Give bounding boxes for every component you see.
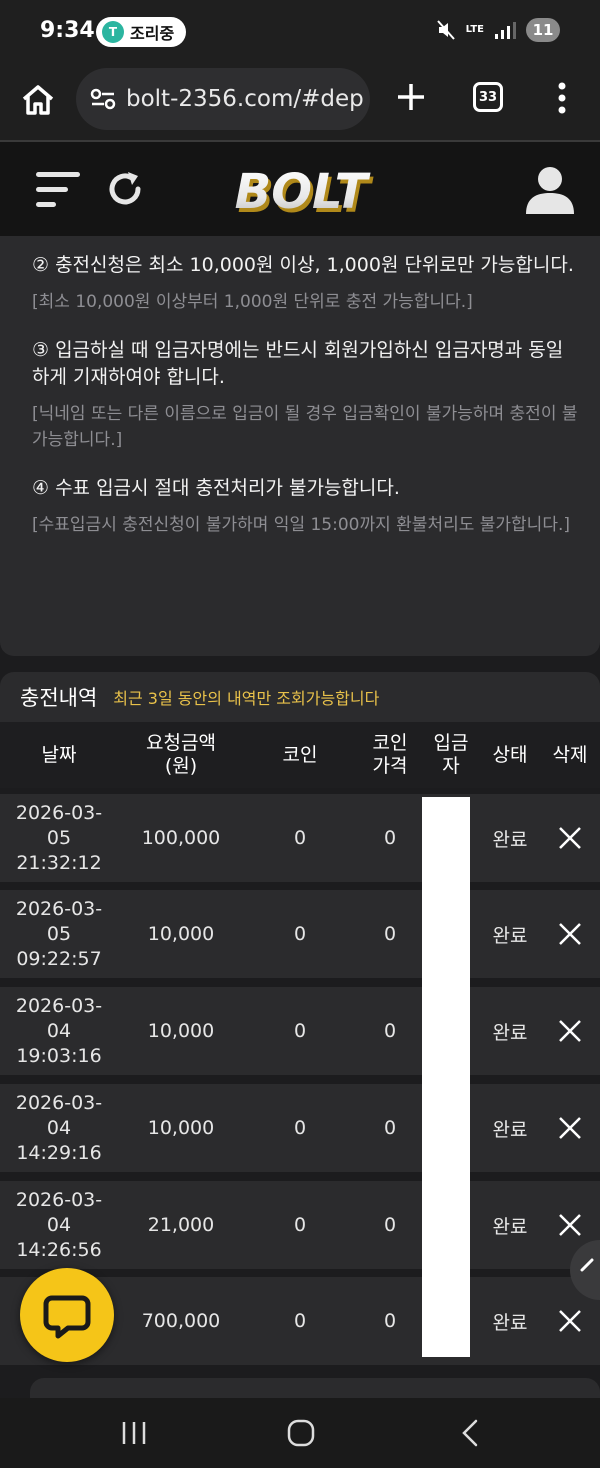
delete-button[interactable] — [548, 987, 592, 1075]
network-type: LTE — [465, 24, 484, 35]
history-subtitle: 최근 3일 동안의 내역만 조회가능합니다 — [113, 689, 380, 708]
notice-main-text: ② 충전신청은 최소 10,000원 이상, 1,000원 단위로만 가능합니다… — [32, 254, 574, 276]
status-pill-text: 조리중 — [130, 24, 175, 43]
row-coin-price: 0 — [383, 1020, 397, 1042]
close-icon[interactable] — [558, 1309, 582, 1333]
refresh-icon[interactable] — [104, 168, 146, 210]
table-header: 날짜 요청금액 (원) 코인 코인 가격 입금 자 상태 삭제 — [0, 722, 600, 788]
row-status: 완료 — [492, 1021, 528, 1044]
notice-item: ② 충전신청은 최소 10,000원 이상, 1,000원 단위로만 가능합니다… — [32, 252, 580, 315]
table-row: 2026-03- 04 19:03:16 10,000 0 0 완료 — [0, 987, 600, 1075]
new-tab-icon[interactable] — [394, 80, 428, 114]
delete-button[interactable] — [548, 794, 592, 882]
status-icons: LTE 11 — [436, 18, 560, 42]
url-text: bolt-2356.com/#dep — [126, 86, 364, 112]
back-icon[interactable] — [458, 1418, 482, 1448]
browser-toolbar: bolt-2356.com/#dep 33 — [0, 64, 600, 142]
row-coin-price: 0 — [383, 1310, 397, 1332]
row-date: 2026-03- 04 14:29:16 — [15, 1091, 103, 1164]
row-amount: 21,000 — [147, 1214, 215, 1236]
delete-button[interactable] — [548, 890, 592, 978]
svg-text:BOLT: BOLT — [235, 164, 371, 220]
row-date: 2026-03- 05 21:32:12 — [15, 801, 103, 874]
close-icon[interactable] — [558, 1213, 582, 1237]
history-title: 충전내역 — [20, 686, 98, 710]
chat-icon[interactable] — [42, 1290, 92, 1340]
tab-switcher-button[interactable]: 33 — [473, 82, 503, 112]
site-info-icon[interactable] — [90, 88, 116, 110]
signal-icon — [495, 22, 516, 39]
depositor-redaction — [422, 797, 470, 1357]
table-row: 2026-03- 05 21:32:12 100,000 0 0 완료 — [0, 794, 600, 882]
close-icon[interactable] — [558, 922, 582, 946]
row-status: 완료 — [492, 1311, 528, 1334]
status-pill: T 조리중 — [96, 17, 187, 47]
col-coin-price: 코인 가격 — [372, 732, 408, 777]
row-coin-price: 0 — [383, 1214, 397, 1236]
delete-button[interactable] — [548, 1084, 592, 1172]
user-icon[interactable] — [524, 164, 576, 216]
row-amount: 10,000 — [147, 1117, 215, 1139]
row-status: 완료 — [492, 828, 528, 851]
app-activity-icon: T — [102, 21, 124, 43]
notice-sub-text: [닉네임 또는 다른 이름으로 입금이 될 경우 입금확인이 불가능하며 충전이… — [32, 404, 578, 450]
system-nav-bar — [0, 1398, 600, 1468]
notice-main-text: ③ 입금하실 때 입금자명에는 반드시 회원가입하신 입금자명과 동일하게 기재… — [32, 339, 564, 388]
notice-item: ④ 수표 입금시 절대 충전처리가 불가능합니다. [수표입금시 충전신청이 불… — [32, 475, 580, 538]
row-coin: 0 — [293, 1310, 307, 1332]
recent-apps-icon[interactable] — [120, 1420, 148, 1446]
home-icon[interactable] — [20, 82, 56, 118]
col-depositor: 입금 자 — [433, 732, 469, 777]
row-coin: 0 — [293, 1117, 307, 1139]
notice-main-text: ④ 수표 입금시 절대 충전처리가 불가능합니다. — [32, 477, 400, 499]
row-amount: 100,000 — [141, 827, 221, 849]
col-status: 상태 — [492, 743, 528, 766]
close-icon[interactable] — [558, 1019, 582, 1043]
nav-home-icon[interactable] — [286, 1418, 316, 1448]
row-status: 완료 — [492, 1118, 528, 1141]
mute-icon — [436, 20, 455, 40]
chevron-up-icon[interactable] — [578, 1254, 600, 1278]
table-row: 2026-03- 05 09:22:57 10,000 0 0 완료 — [0, 890, 600, 978]
row-date: 2026-03- 05 09:22:57 — [15, 897, 103, 970]
close-icon[interactable] — [558, 826, 582, 850]
status-bar: 9:34 T 조리중 LTE 11 — [0, 0, 600, 64]
row-coin: 0 — [293, 1214, 307, 1236]
battery-icon: 11 — [526, 18, 560, 42]
row-coin-price: 0 — [383, 1117, 397, 1139]
col-date: 날짜 — [41, 743, 77, 766]
table-row: 2026-03- 04 14:26:56 21,000 0 0 완료 — [0, 1181, 600, 1269]
row-date: 2026-03- 04 19:03:16 — [15, 994, 103, 1067]
notice-sub-text: [최소 10,000원 이상부터 1,000원 단위로 충전 가능합니다.] — [32, 292, 473, 312]
notice-sub-text: [수표입금시 충전신청이 불가하며 익일 15:00까지 환불처리도 불가합니다… — [32, 515, 571, 535]
hamburger-menu-icon[interactable] — [34, 170, 82, 210]
row-amount: 700,000 — [141, 1310, 221, 1332]
status-time: 9:34 — [40, 18, 95, 43]
history-header: 충전내역 최근 3일 동안의 내역만 조회가능합니다 — [0, 672, 600, 722]
chat-button[interactable] — [20, 1268, 114, 1362]
app-header: BOLT BOLT — [0, 142, 600, 236]
row-status: 완료 — [492, 1215, 528, 1238]
col-amount: 요청금액 (원) — [146, 732, 216, 777]
col-coin: 코인 — [282, 743, 318, 766]
row-status: 완료 — [492, 924, 528, 947]
row-coin-price: 0 — [383, 827, 397, 849]
deposit-notice-card: ② 충전신청은 최소 10,000원 이상, 1,000원 단위로만 가능합니다… — [0, 236, 600, 656]
address-bar[interactable]: bolt-2356.com/#dep — [76, 68, 370, 130]
close-icon[interactable] — [558, 1116, 582, 1140]
row-coin: 0 — [293, 827, 307, 849]
row-coin-price: 0 — [383, 923, 397, 945]
notice-item: ③ 입금하실 때 입금자명에는 반드시 회원가입하신 입금자명과 동일하게 기재… — [32, 337, 580, 453]
row-coin: 0 — [293, 923, 307, 945]
table-row: 2026-03- 04 14:29:16 10,000 0 0 완료 — [0, 1084, 600, 1172]
row-amount: 10,000 — [147, 1020, 215, 1042]
row-date: 2026-03- 04 14:26:56 — [15, 1188, 103, 1261]
more-vert-icon[interactable] — [552, 80, 572, 116]
bolt-logo[interactable]: BOLT BOLT — [226, 156, 376, 224]
col-delete: 삭제 — [552, 743, 588, 766]
row-amount: 10,000 — [147, 923, 215, 945]
row-coin: 0 — [293, 1020, 307, 1042]
